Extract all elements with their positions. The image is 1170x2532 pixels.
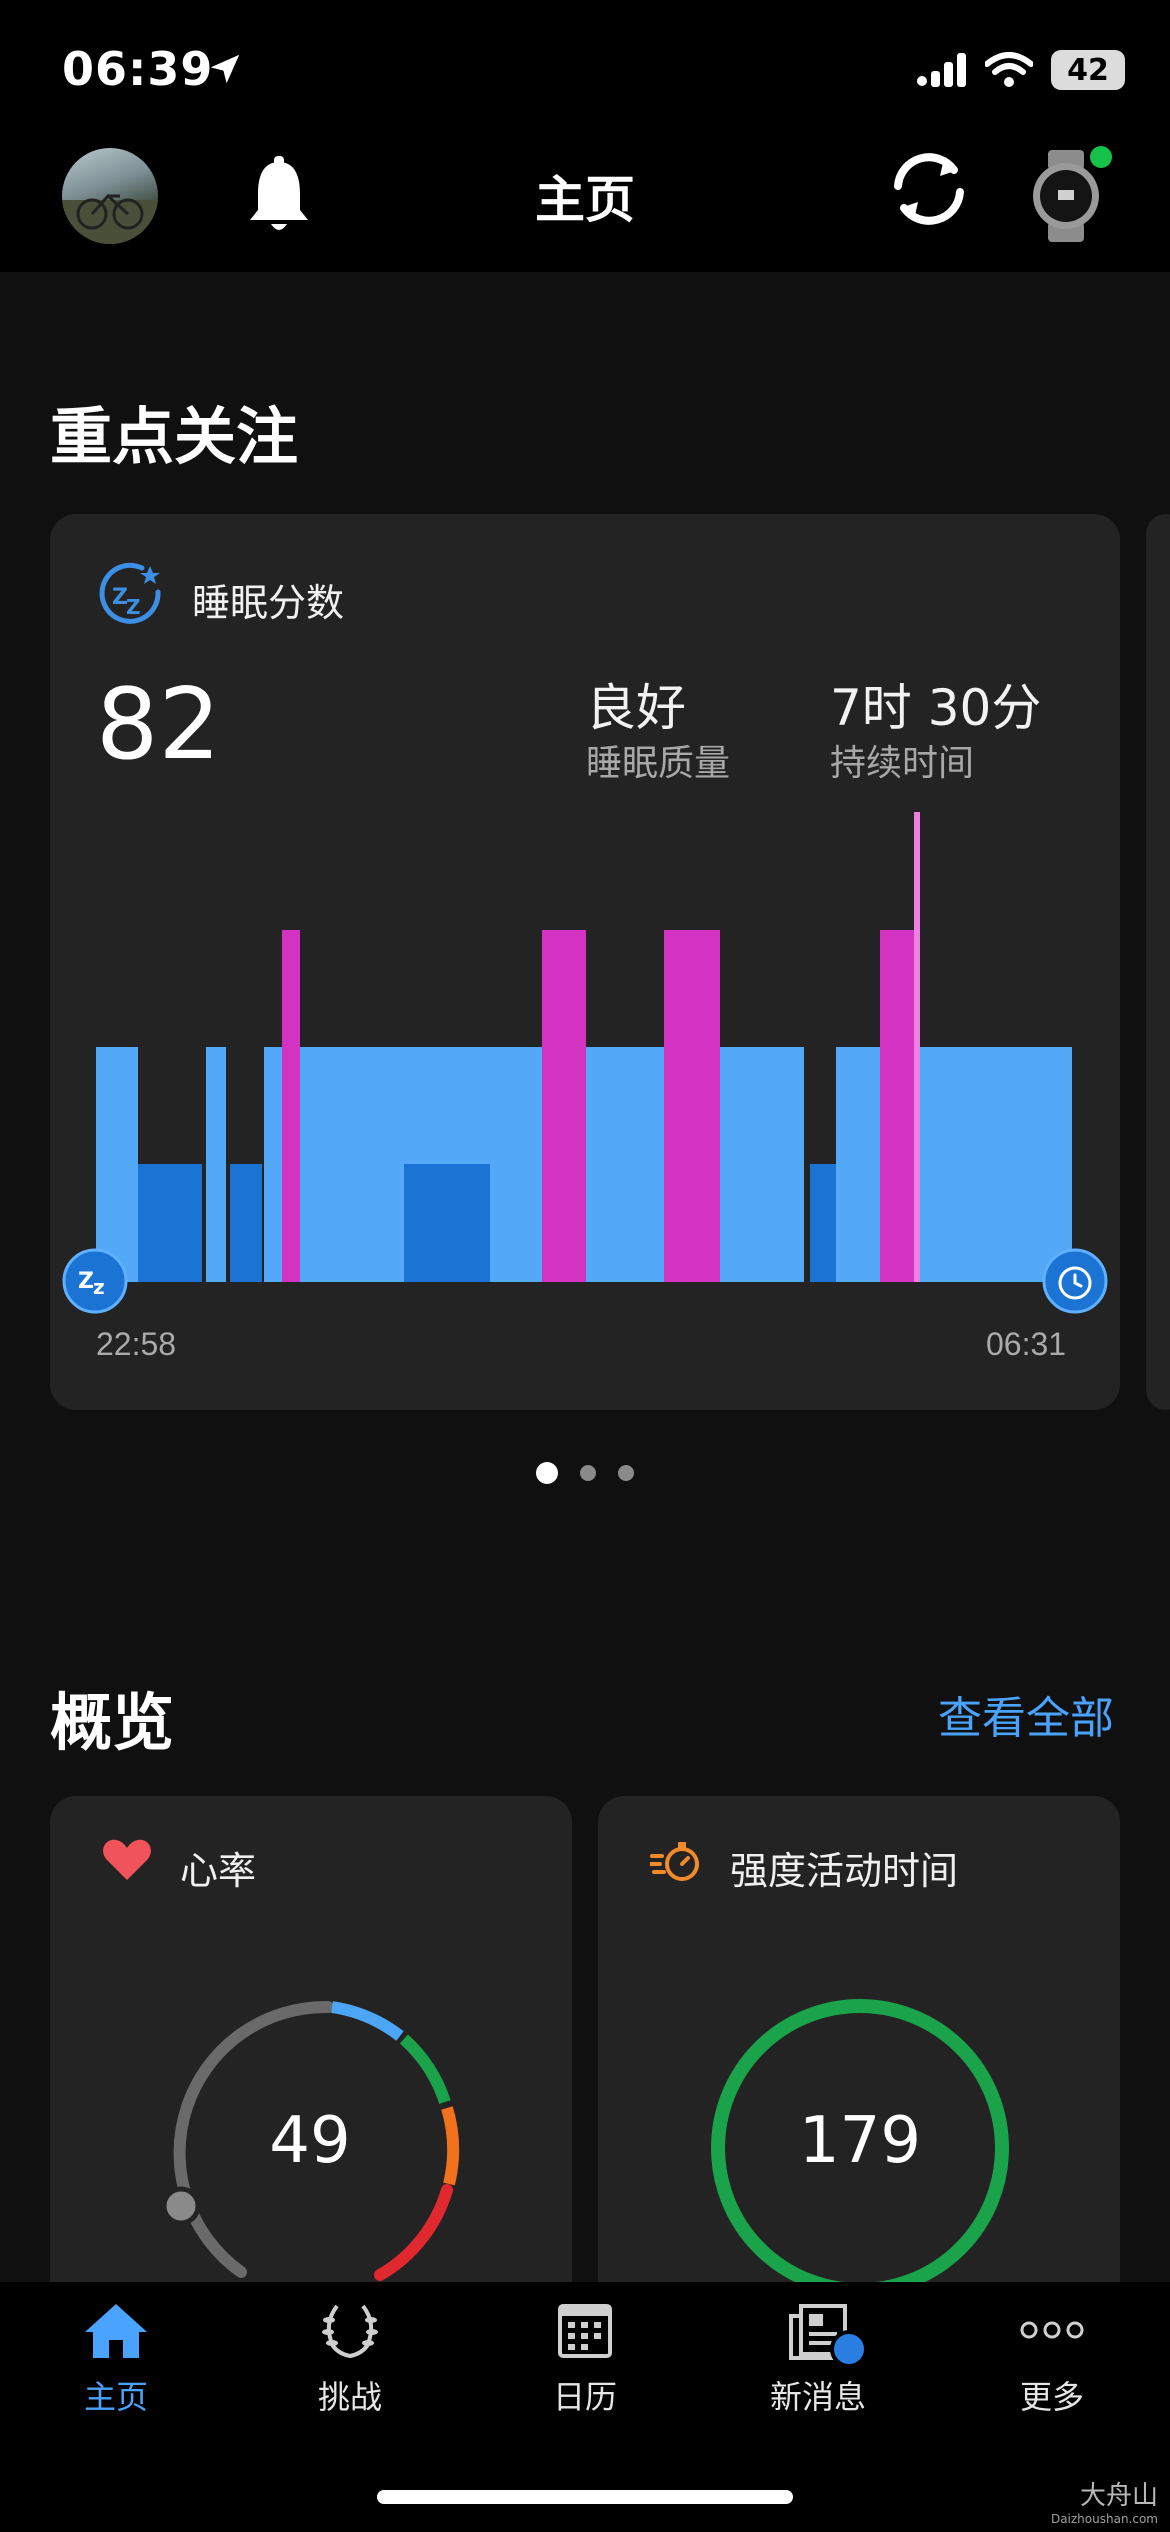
sleep-duration-label: 持续时间	[830, 743, 975, 784]
stage-rem-segment	[664, 930, 720, 1282]
wifi-icon	[985, 52, 1033, 87]
svg-text:z: z	[93, 1275, 105, 1299]
sleep-end-time: 06:31	[986, 1326, 1067, 1362]
watermark-sub: Daizhoushan.com	[1050, 2512, 1158, 2526]
page-indicator[interactable]	[0, 1462, 1170, 1484]
news-unread-badge	[830, 2330, 868, 2368]
status-icons: 42	[917, 50, 1125, 90]
sleep-score-value: 82	[96, 668, 221, 782]
tab-more[interactable]: 更多	[972, 2300, 1132, 2418]
svg-text:Z: Z	[126, 595, 141, 619]
stage-deep-segment	[230, 1164, 262, 1282]
focus-heading: 重点关注	[50, 400, 299, 473]
svg-text:Z: Z	[78, 1269, 94, 1294]
stage-deep-segment	[810, 1164, 832, 1282]
tab-calendar-label: 日历	[552, 2378, 617, 2416]
tab-home-label: 主页	[83, 2378, 148, 2416]
watermark: 大舟山 Daizhoushan.com	[1051, 2475, 1158, 2526]
page-dot-3[interactable]	[618, 1465, 634, 1481]
tab-news[interactable]: 新消息	[738, 2300, 898, 2418]
battery-indicator: 42	[1051, 50, 1125, 90]
sleep-score-icon: Z Z	[99, 562, 161, 624]
intensity-value: 179	[798, 2104, 922, 2178]
heart-rate-title: 心率	[180, 1849, 257, 1893]
intensity-title: 强度活动时间	[730, 1849, 959, 1893]
tab-more-label: 更多	[1019, 2378, 1084, 2416]
overview-heading: 概览	[50, 1686, 175, 1759]
sleep-quality-label: 睡眠质量	[586, 743, 731, 784]
tab-calendar[interactable]: 日历	[505, 2300, 665, 2418]
sync-icon[interactable]	[886, 146, 972, 232]
device-connected-dot	[1090, 146, 1112, 168]
cellular-signal-icon	[917, 53, 966, 87]
laurel-icon	[322, 2304, 378, 2359]
stage-deep-segment	[138, 1164, 202, 1282]
page-dot-2[interactable]	[580, 1465, 596, 1481]
location-arrow-icon	[210, 54, 240, 84]
tab-challenges[interactable]: 挑战	[270, 2300, 430, 2418]
stage-rem-segment	[542, 930, 586, 1282]
home-icon	[85, 2304, 147, 2358]
stopwatch-icon	[650, 1842, 699, 1881]
home-indicator[interactable]	[377, 2490, 793, 2504]
page-dot-1[interactable]	[536, 1462, 558, 1484]
sleep-start-icon: Z z	[62, 1248, 128, 1314]
watermark-text: 大舟山	[1079, 2481, 1158, 2511]
more-icon	[1020, 2321, 1084, 2339]
page-title: 主页	[535, 171, 635, 229]
tab-challenges-label: 挑战	[317, 2378, 382, 2416]
calendar-icon	[558, 2304, 612, 2358]
sleep-stage-chart	[96, 812, 1072, 1282]
stage-awake-segment	[914, 812, 920, 1282]
stage-rem-segment	[880, 930, 916, 1282]
sleep-quality-value: 良好	[586, 679, 686, 737]
status-time: 06:39	[62, 42, 214, 96]
stage-light-segment	[96, 1047, 138, 1282]
sleep-card-title: 睡眠分数	[192, 581, 345, 625]
stage-light-segment	[490, 1047, 804, 1282]
stage-deep-segment	[404, 1164, 490, 1282]
tab-news-label: 新消息	[769, 2378, 866, 2416]
stage-light-segment	[206, 1047, 226, 1282]
sleep-start-time: 22:58	[96, 1326, 177, 1362]
heart-rate-value: 49	[269, 2104, 351, 2178]
next-card-peek[interactable]	[1146, 514, 1170, 1410]
tab-home[interactable]: 主页	[36, 2300, 196, 2418]
wake-time-icon	[1042, 1248, 1108, 1314]
stage-light-segment	[856, 1047, 884, 1282]
stage-rem-segment	[282, 930, 300, 1282]
view-all-link[interactable]: 查看全部	[938, 1682, 1114, 1746]
heart-icon	[103, 1839, 151, 1880]
sleep-duration-value: 7时 30分	[830, 679, 1042, 737]
